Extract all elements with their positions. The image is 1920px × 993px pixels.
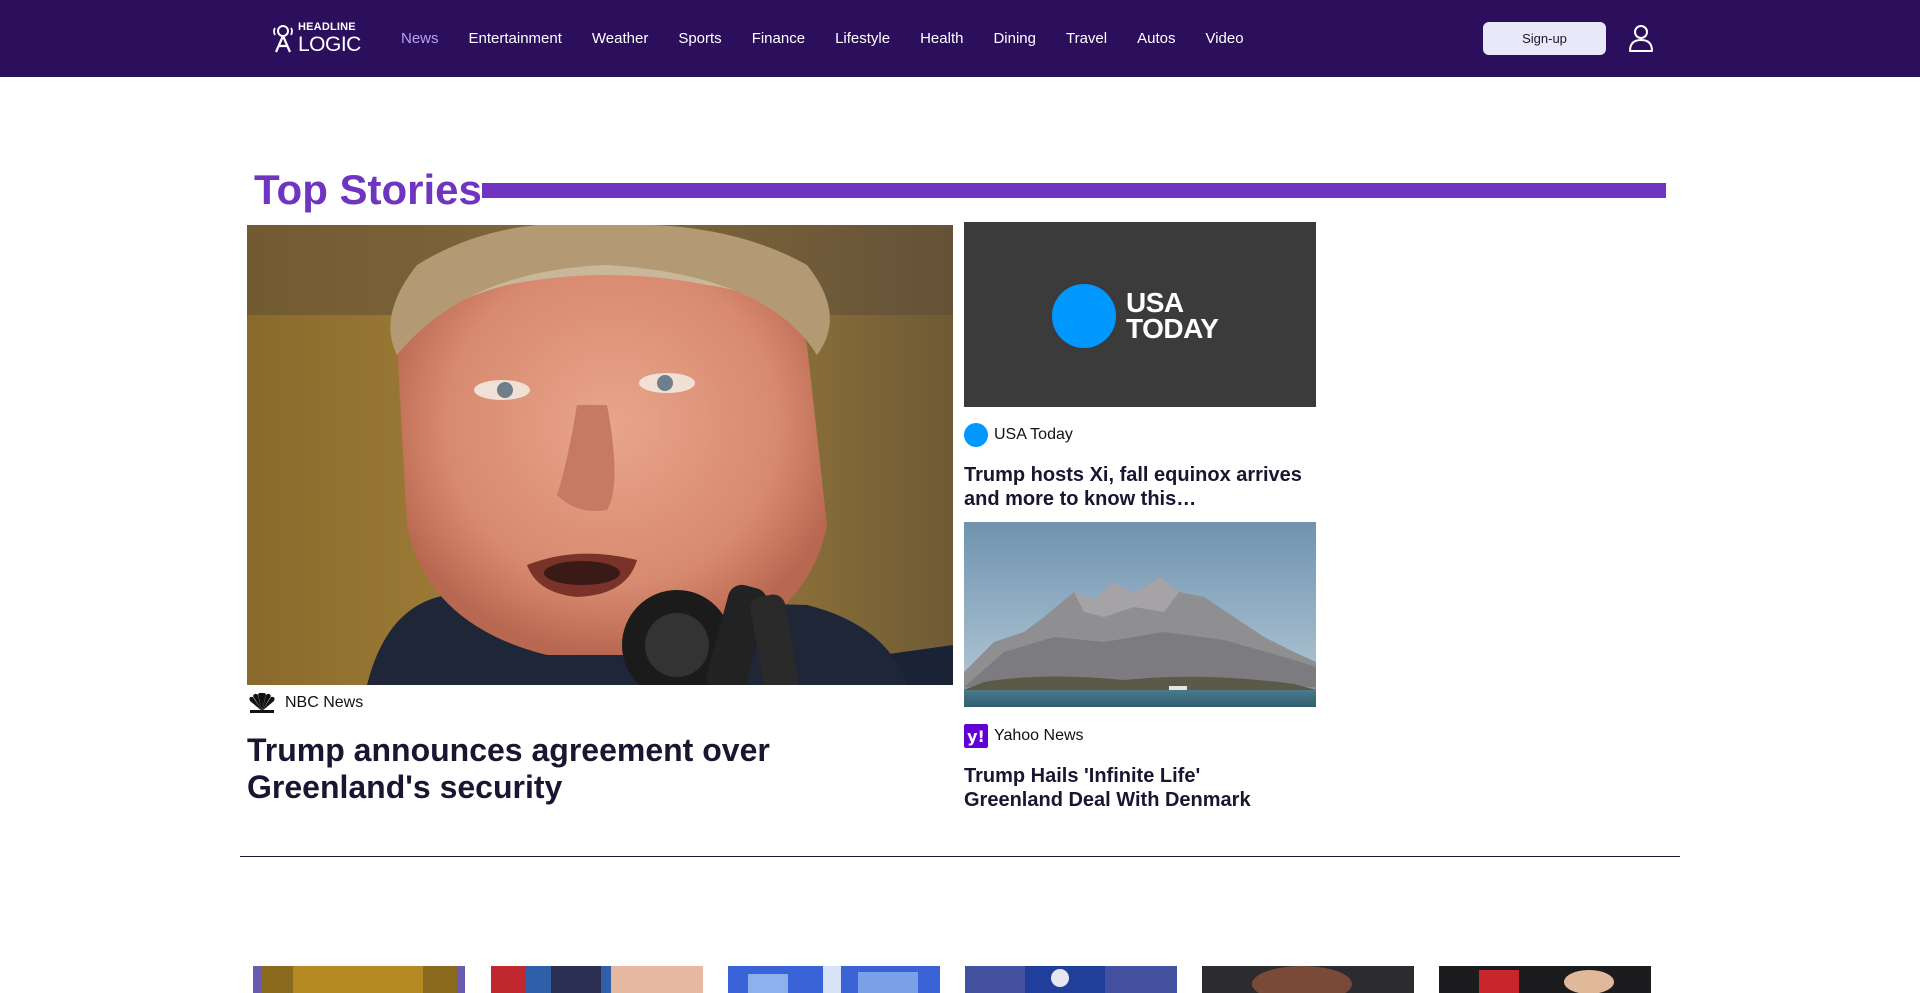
nav-item-video[interactable]: Video — [1205, 30, 1243, 47]
nav-item-entertainment[interactable]: Entertainment — [469, 30, 562, 47]
main-story-source-name: NBC News — [285, 694, 364, 711]
nbc-peacock-icon — [249, 693, 275, 713]
nav-item-lifestyle[interactable]: Lifestyle — [835, 30, 890, 47]
nav-item-weather[interactable]: Weather — [592, 30, 648, 47]
usa-today-dot-icon — [1052, 284, 1116, 348]
thumbnail-6[interactable] — [1439, 966, 1651, 993]
more-stories-thumbnails — [253, 966, 1653, 993]
nav-item-finance[interactable]: Finance — [752, 30, 805, 47]
thumbnail-1[interactable] — [253, 966, 465, 993]
nav-item-news[interactable]: News — [401, 30, 439, 47]
side-story-2-source[interactable]: y! Yahoo News — [964, 724, 1084, 748]
yahoo-icon: y! — [964, 724, 988, 748]
signup-button[interactable]: Sign-up — [1483, 22, 1606, 55]
user-icon[interactable] — [1628, 24, 1654, 52]
thumbnail-3[interactable] — [728, 966, 940, 993]
thumbnail-2[interactable] — [491, 966, 703, 993]
section-title-rule — [482, 183, 1666, 198]
usa-today-logo: USA TODAY — [1052, 284, 1219, 348]
side-story-1-source-name: USA Today — [994, 426, 1073, 443]
nav-item-travel[interactable]: Travel — [1066, 30, 1107, 47]
headline-logic-logo[interactable]: HEADLINE LOGIC — [272, 20, 361, 56]
logo-mark-icon — [273, 25, 293, 53]
section-divider — [240, 856, 1680, 857]
nav-item-autos[interactable]: Autos — [1137, 30, 1175, 47]
usa-today-icon — [964, 423, 988, 447]
greenland-mountain-photo — [964, 522, 1316, 707]
logo-wordmark-top: HEADLINE — [298, 20, 356, 33]
main-story-photo — [247, 225, 953, 685]
usa-today-logo-line-2: TODAY — [1126, 313, 1219, 344]
section-title-top-stories: Top Stories — [254, 166, 482, 213]
side-story-2-headline[interactable]: Trump Hails 'Infinite Life' Greenland De… — [964, 764, 1304, 812]
side-story-1-image[interactable]: USA TODAY — [964, 222, 1316, 407]
thumbnail-4[interactable] — [965, 966, 1177, 993]
logo-wordmark-bottom: LOGIC — [298, 32, 361, 56]
side-story-1-headline[interactable]: Trump hosts Xi, fall equinox arrives and… — [964, 463, 1304, 511]
nav-item-health[interactable]: Health — [920, 30, 963, 47]
nav-item-dining[interactable]: Dining — [993, 30, 1036, 47]
thumbnail-5[interactable] — [1202, 966, 1414, 993]
nav-item-sports[interactable]: Sports — [678, 30, 721, 47]
side-story-1-source[interactable]: USA Today — [964, 423, 1073, 447]
top-navigation-bar: HEADLINE LOGIC News Entertainment Weathe… — [0, 0, 1920, 77]
main-story-headline[interactable]: Trump announces agreement over Greenland… — [247, 732, 887, 806]
main-story-source[interactable]: NBC News — [247, 693, 363, 713]
main-nav: News Entertainment Weather Sports Financ… — [401, 0, 1274, 77]
main-story-image[interactable] — [247, 225, 953, 685]
side-story-2-source-name: Yahoo News — [994, 727, 1084, 744]
side-story-2-image[interactable] — [964, 522, 1316, 707]
